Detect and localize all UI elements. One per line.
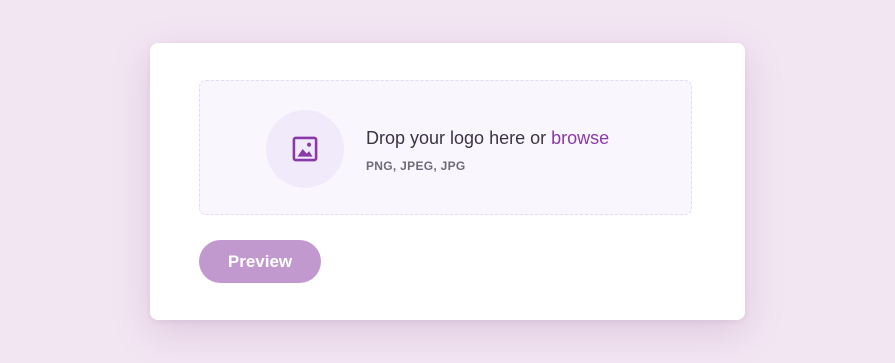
- browse-link[interactable]: browse: [551, 128, 609, 148]
- dropzone-title-prefix: Drop your logo here or: [366, 128, 552, 148]
- accepted-formats: PNG, JPEG, JPG: [366, 159, 466, 173]
- upload-card: Drop your logo here or browse PNG, JPEG,…: [150, 43, 745, 320]
- image-icon: [292, 136, 318, 162]
- logo-dropzone[interactable]: Drop your logo here or browse PNG, JPEG,…: [199, 80, 692, 215]
- dropzone-title: Drop your logo here or browse: [366, 126, 609, 150]
- dropzone-text: Drop your logo here or browse PNG, JPEG,…: [366, 126, 609, 173]
- image-icon-badge: [266, 110, 344, 188]
- preview-button[interactable]: Preview: [199, 240, 321, 283]
